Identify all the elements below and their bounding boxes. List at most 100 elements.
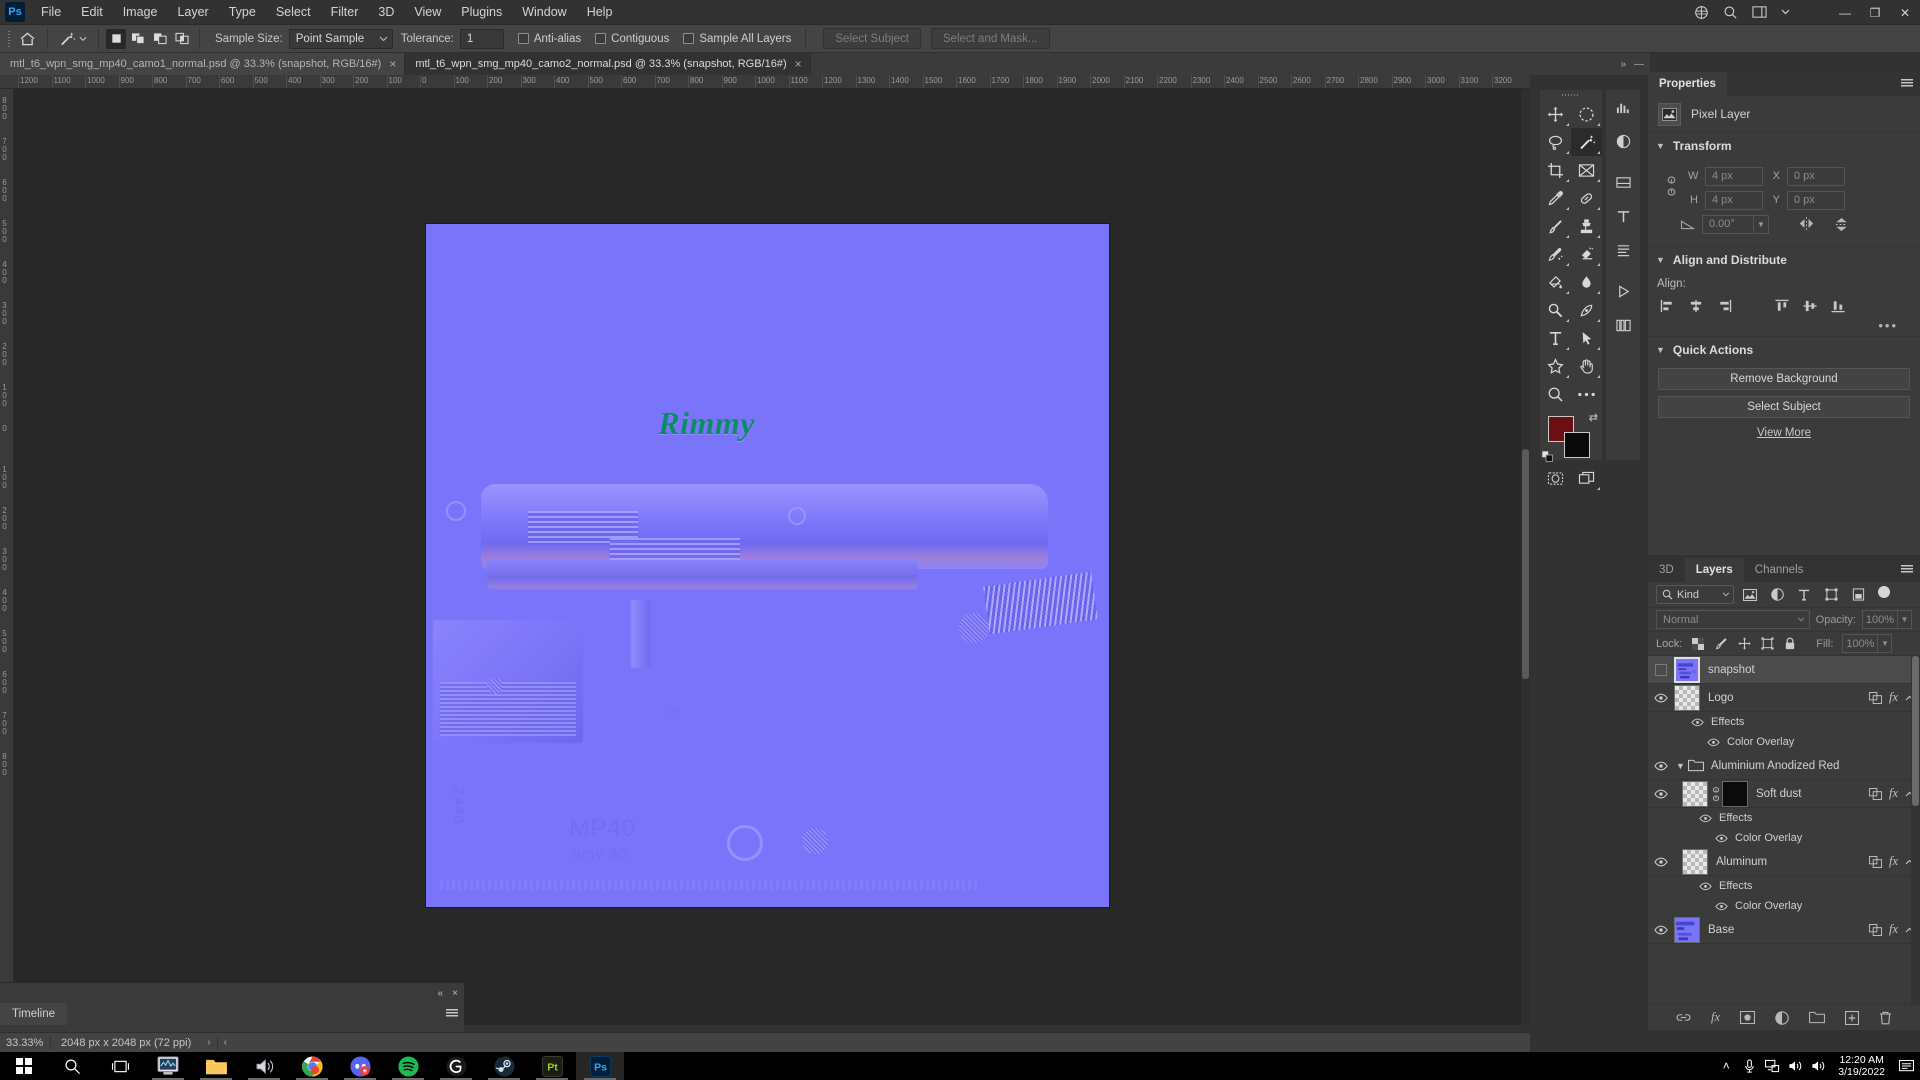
- effect-visibility-toggle[interactable]: [1714, 901, 1729, 912]
- layer-name[interactable]: Logo: [1708, 692, 1869, 704]
- lock-all-icon[interactable]: [1783, 637, 1797, 650]
- collapse-icon[interactable]: «: [438, 988, 444, 999]
- delete-layer-icon[interactable]: [1879, 1011, 1892, 1025]
- angle-dropdown-icon[interactable]: ▼: [1754, 214, 1769, 234]
- task-manager-app[interactable]: [144, 1052, 192, 1080]
- adjustments-icon[interactable]: [1606, 124, 1640, 158]
- menu-filter[interactable]: Filter: [321, 2, 369, 22]
- menu-image[interactable]: Image: [113, 2, 168, 22]
- layer-effect-color-overlay-soft-dust[interactable]: Color Overlay: [1648, 828, 1920, 848]
- effects-visibility-toggle[interactable]: [1698, 881, 1713, 892]
- y-input[interactable]: 0 px: [1787, 190, 1845, 210]
- tab-overflow-controls[interactable]: » —: [1620, 53, 1650, 75]
- layer-effects-icon[interactable]: fx: [1889, 922, 1898, 937]
- tab-3d[interactable]: 3D: [1648, 558, 1685, 582]
- menu-3d[interactable]: 3D: [368, 2, 404, 22]
- layer-row-logo[interactable]: Logo fx: [1648, 684, 1920, 712]
- task-view-button[interactable]: [96, 1052, 144, 1080]
- layer-name[interactable]: snapshot: [1708, 664, 1920, 676]
- select-subject-button[interactable]: Select Subject: [823, 28, 921, 49]
- layer-thumbnail[interactable]: [1674, 916, 1700, 943]
- maximize-button[interactable]: ❐: [1860, 0, 1890, 25]
- layer-mask-thumbnail[interactable]: [1722, 780, 1748, 807]
- spotify-app[interactable]: [384, 1052, 432, 1080]
- tab-properties[interactable]: Properties: [1648, 72, 1727, 96]
- volume-icon[interactable]: [1784, 1052, 1806, 1080]
- anti-alias-checkbox[interactable]: Anti-alias: [517, 33, 581, 45]
- collapse-dock-icon[interactable]: —: [1634, 59, 1644, 70]
- start-button[interactable]: [0, 1052, 48, 1080]
- filter-toggle-switch[interactable]: [1878, 585, 1890, 604]
- chevrons-right-icon[interactable]: »: [1620, 59, 1626, 70]
- chevron-down-icon[interactable]: [1781, 9, 1790, 15]
- menu-plugins[interactable]: Plugins: [451, 2, 512, 22]
- menu-view[interactable]: View: [404, 2, 451, 22]
- align-vertical-centers-button[interactable]: [1800, 297, 1820, 315]
- logitech-g-app[interactable]: [432, 1052, 480, 1080]
- new-selection-button[interactable]: [106, 28, 126, 49]
- eyedropper-tool[interactable]: [1540, 184, 1571, 212]
- align-right-edges-button[interactable]: [1714, 297, 1734, 315]
- layer-thumbnail[interactable]: [1674, 656, 1700, 683]
- intersect-with-selection-button[interactable]: [172, 29, 192, 49]
- zoom-level[interactable]: 33.33%: [0, 1037, 50, 1049]
- home-icon[interactable]: [14, 28, 40, 50]
- close-button[interactable]: ✕: [1890, 0, 1920, 25]
- scrollbar-thumb[interactable]: [1522, 449, 1529, 679]
- lasso-tool[interactable]: [1540, 128, 1571, 156]
- taskbar-clock[interactable]: 12:20 AM 3/19/2022: [1830, 1054, 1893, 1078]
- default-colors-icon[interactable]: [1542, 451, 1553, 462]
- scrollbar-thumb[interactable]: [1912, 656, 1919, 806]
- lock-transparent-pixels-icon[interactable]: [1691, 637, 1705, 650]
- layer-name[interactable]: Aluminum: [1716, 856, 1869, 868]
- lock-artboard-nesting-icon[interactable]: [1760, 637, 1774, 650]
- layer-link-icon[interactable]: [1869, 787, 1882, 800]
- effect-visibility-toggle[interactable]: [1706, 737, 1721, 748]
- custom-shape-tool[interactable]: [1540, 352, 1571, 380]
- steam-app[interactable]: [480, 1052, 528, 1080]
- layer-effects-icon[interactable]: fx: [1889, 786, 1898, 801]
- layers-scrollbar[interactable]: [1911, 656, 1920, 1004]
- paragraph-icon[interactable]: [1606, 233, 1640, 267]
- transform-section-header[interactable]: ▼ Transform: [1648, 132, 1920, 158]
- document-tab-camo1[interactable]: mtl_t6_wpn_smg_mp40_camo1_normal.psd @ 3…: [0, 53, 406, 75]
- menu-layer[interactable]: Layer: [167, 2, 218, 22]
- type-tool[interactable]: [1540, 324, 1571, 352]
- opacity-dropdown-icon[interactable]: ▼: [1898, 610, 1912, 629]
- file-explorer-app[interactable]: [192, 1052, 240, 1080]
- angle-input[interactable]: 0.00°: [1702, 214, 1754, 234]
- panel-menu-icon[interactable]: [446, 1009, 458, 1018]
- dodge-tool[interactable]: [1540, 296, 1571, 324]
- menu-type[interactable]: Type: [219, 2, 266, 22]
- align-left-edges-button[interactable]: [1658, 297, 1678, 315]
- view-more-link[interactable]: View More: [1648, 427, 1920, 439]
- libraries-icon[interactable]: [1606, 308, 1640, 342]
- layer-visibility-toggle[interactable]: [1648, 925, 1674, 935]
- layer-link-icon[interactable]: [1869, 691, 1882, 704]
- pen-tool[interactable]: [1571, 296, 1602, 324]
- adjustment-filter-icon[interactable]: [1766, 585, 1788, 604]
- color-icon[interactable]: [1606, 165, 1640, 199]
- opacity-input[interactable]: 100%: [1862, 610, 1898, 629]
- effects-visibility-toggle[interactable]: [1698, 813, 1713, 824]
- width-input[interactable]: 4 px: [1705, 166, 1763, 186]
- blur-tool[interactable]: [1571, 268, 1602, 296]
- layer-effect-color-overlay-logo[interactable]: Color Overlay: [1648, 732, 1920, 752]
- path-selection-tool[interactable]: [1571, 324, 1602, 352]
- actions-icon[interactable]: [1606, 274, 1640, 308]
- align-top-edges-button[interactable]: [1772, 297, 1792, 315]
- sample-size-select[interactable]: Point Sample: [288, 28, 393, 49]
- type-filter-icon[interactable]: [1793, 585, 1815, 604]
- background-color-swatch[interactable]: [1564, 432, 1590, 458]
- search-button[interactable]: [48, 1052, 96, 1080]
- layer-row-snapshot[interactable]: snapshot: [1648, 656, 1920, 684]
- crop-tool[interactable]: [1540, 156, 1571, 184]
- layer-row-aluminum[interactable]: Aluminum fx: [1648, 848, 1920, 876]
- close-icon[interactable]: ×: [452, 988, 458, 999]
- effect-visibility-toggle[interactable]: [1714, 833, 1729, 844]
- status-prev-arrow[interactable]: ‹: [218, 1037, 233, 1048]
- microphone-icon[interactable]: [1738, 1052, 1760, 1080]
- canvas-vertical-scrollbar[interactable]: [1521, 89, 1530, 1025]
- document-artboard[interactable]: MP40 amv 80 2440 286 Rimmy: [426, 224, 1109, 907]
- add-layer-style-icon[interactable]: fx: [1711, 1010, 1720, 1025]
